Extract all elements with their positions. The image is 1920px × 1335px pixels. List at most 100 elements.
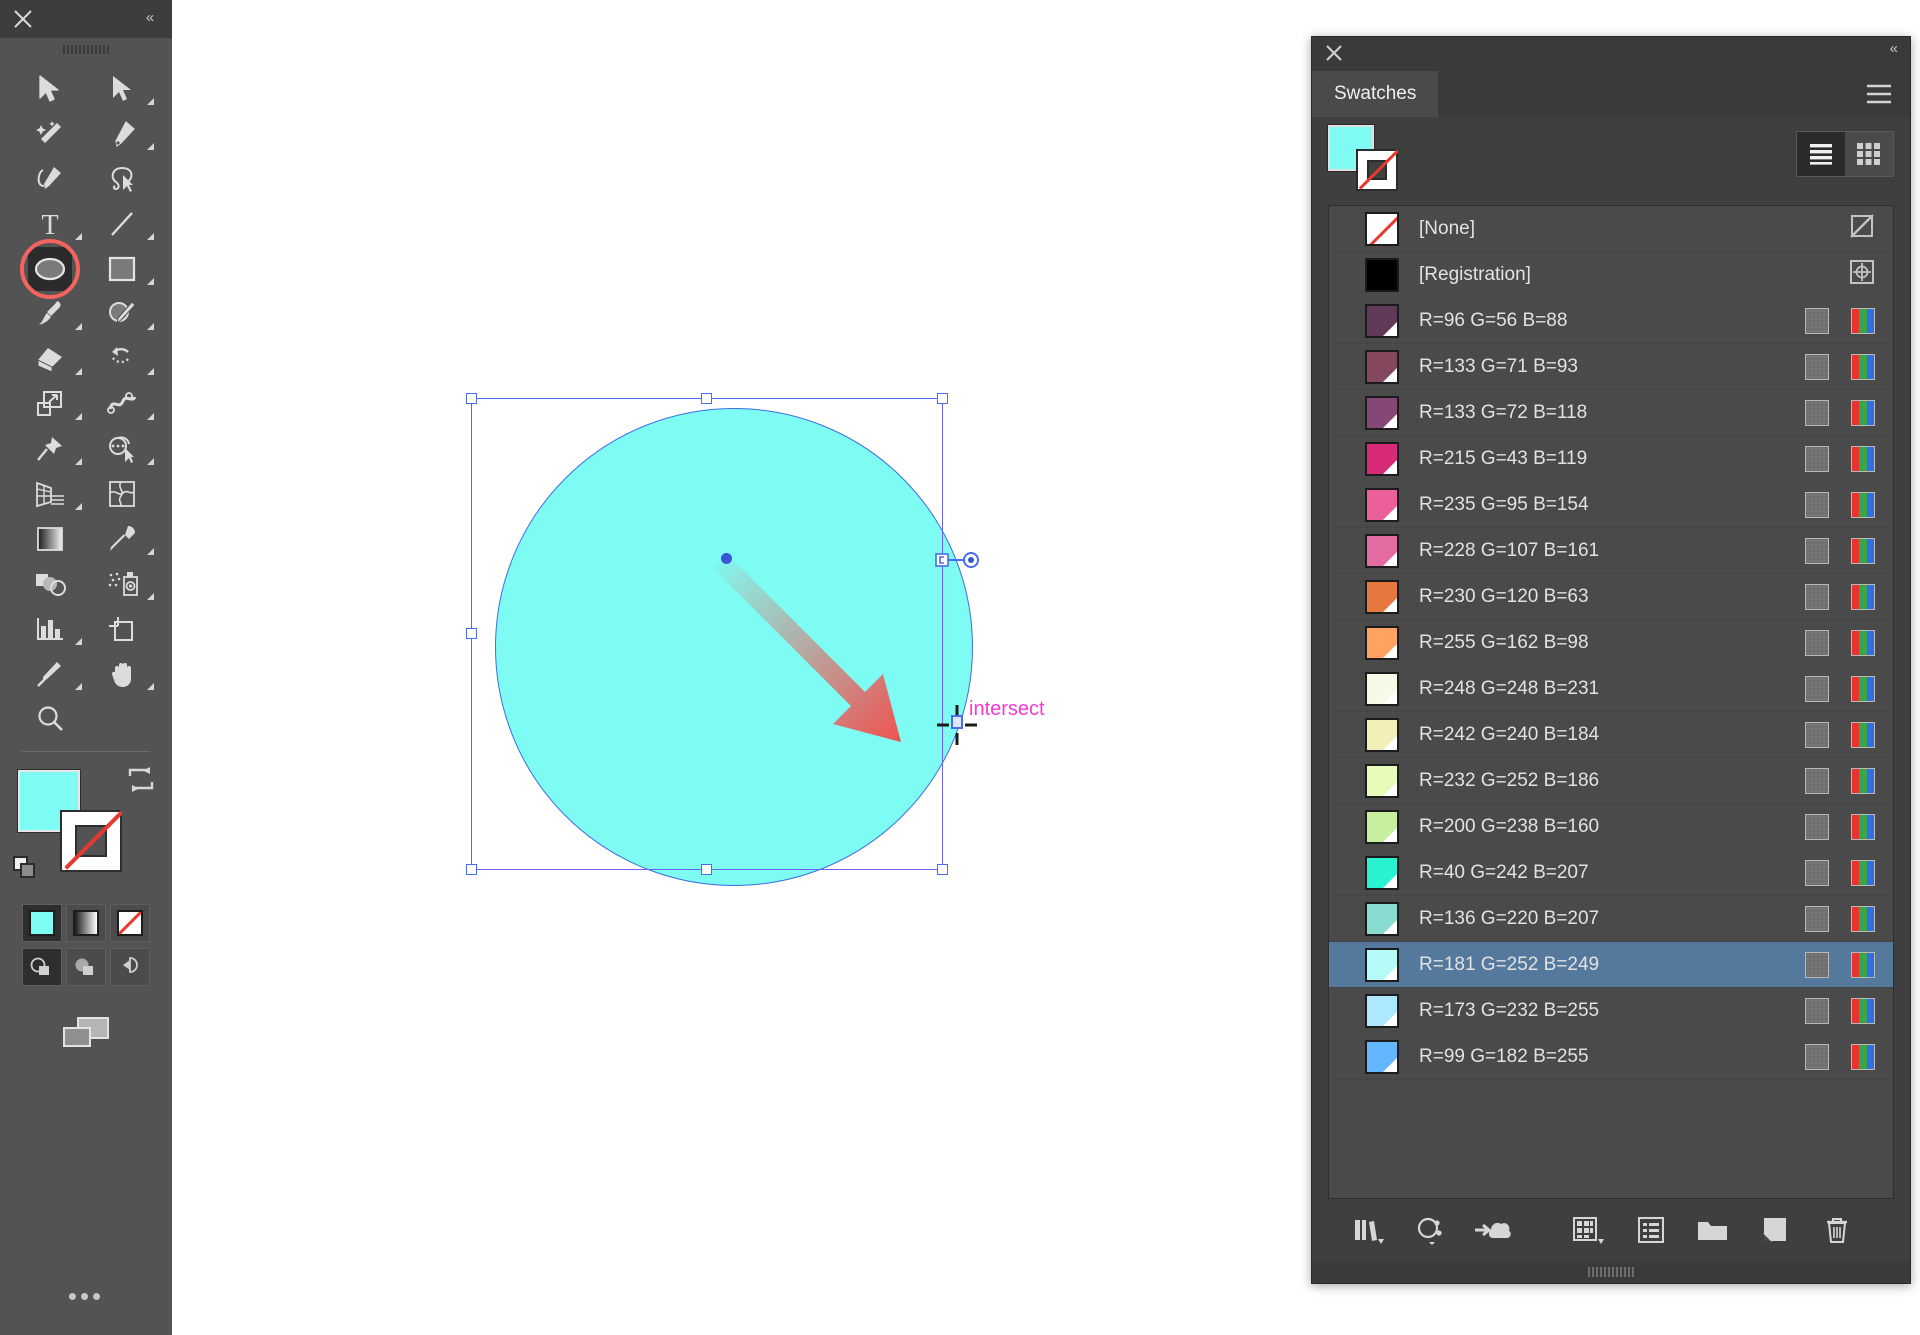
swatch-row[interactable]: R=173 G=232 B=255: [1329, 988, 1893, 1034]
swatch-row[interactable]: R=133 G=72 B=118: [1329, 390, 1893, 436]
panel-resize-grip[interactable]: [1312, 1261, 1910, 1283]
swatch-label: R=133 G=71 B=93: [1419, 355, 1578, 377]
new-swatch-button[interactable]: [1744, 1207, 1806, 1253]
column-graph-tool[interactable]: [14, 606, 86, 651]
handle-top-left[interactable]: [466, 393, 477, 404]
swatch-row[interactable]: R=136 G=220 B=207: [1329, 896, 1893, 942]
default-fill-stroke-icon[interactable]: [10, 853, 40, 888]
flyout-corner-icon: [147, 98, 154, 105]
none-mode-button[interactable]: [110, 904, 150, 942]
swatch-row[interactable]: R=200 G=238 B=160: [1329, 804, 1893, 850]
perspective-grid-tool[interactable]: [14, 471, 86, 516]
hand-tool[interactable]: [86, 651, 158, 696]
tools-panel: « T •••: [0, 0, 172, 1335]
handle-bottom-left[interactable]: [466, 864, 477, 875]
lasso-tool[interactable]: [86, 156, 158, 201]
magic-wand-tool[interactable]: [14, 111, 86, 156]
eraser-tool[interactable]: [14, 336, 86, 381]
color-mode-button[interactable]: [22, 904, 62, 942]
gradient-mode-button[interactable]: [66, 904, 106, 942]
swatch-row[interactable]: R=230 G=120 B=63: [1329, 574, 1893, 620]
global-dither-icon: [1805, 905, 1829, 932]
mesh-tool[interactable]: [86, 471, 158, 516]
handle-top-center[interactable]: [701, 393, 712, 404]
direct-selection-tool[interactable]: [86, 66, 158, 111]
tools-panel-titlebar: «: [0, 0, 172, 38]
swatch-row[interactable]: R=228 G=107 B=161: [1329, 528, 1893, 574]
new-color-group-button[interactable]: [1682, 1207, 1744, 1253]
rectangle-tool[interactable]: [86, 246, 158, 291]
blend-tool[interactable]: [14, 561, 86, 606]
swatch-color-chip: [1365, 441, 1399, 476]
swatch-row[interactable]: R=215 G=43 B=119: [1329, 436, 1893, 482]
scale-tool[interactable]: [14, 381, 86, 426]
paintbrush-tool[interactable]: [14, 291, 86, 336]
flyout-corner-icon: [75, 503, 82, 510]
rotate-tool[interactable]: [86, 336, 158, 381]
zoom-tool[interactable]: [14, 696, 86, 741]
swatch-color-chip: [1365, 901, 1399, 936]
list-view-button[interactable]: [1797, 132, 1845, 176]
double-chevron-left-icon[interactable]: «: [1890, 40, 1898, 57]
width-tool[interactable]: [86, 381, 158, 426]
change-screen-mode-icon[interactable]: [56, 1010, 116, 1054]
swatch-row-icons: [1805, 353, 1893, 380]
swatch-row-icons: [1805, 767, 1893, 794]
swatch-color-chip: [1365, 717, 1399, 752]
selection-tool[interactable]: [14, 66, 86, 111]
close-icon[interactable]: [12, 8, 34, 30]
line-segment-tool[interactable]: [86, 201, 158, 246]
pen-tool[interactable]: [86, 111, 158, 156]
draw-normal-button[interactable]: [22, 948, 62, 986]
show-swatch-kinds-menu-button[interactable]: [1558, 1207, 1620, 1253]
live-shape-widget-handle[interactable]: [935, 548, 981, 577]
draw-behind-button[interactable]: [66, 948, 106, 986]
ellipse-tool[interactable]: [14, 246, 86, 291]
panel-stroke-swatch[interactable]: [1356, 149, 1398, 191]
slice-tool[interactable]: [14, 651, 86, 696]
handle-top-right[interactable]: [937, 393, 948, 404]
panel-menu-icon[interactable]: [1864, 83, 1894, 110]
swatch-row[interactable]: R=133 G=71 B=93: [1329, 344, 1893, 390]
shape-builder-tool[interactable]: [86, 426, 158, 471]
swatch-row[interactable]: R=99 G=182 B=255: [1329, 1034, 1893, 1080]
gradient-tool[interactable]: [14, 516, 86, 561]
handle-bottom-right[interactable]: [937, 864, 948, 875]
rgb-mode-icon: [1851, 491, 1875, 518]
curvature-tool[interactable]: [14, 156, 86, 201]
swatches-list[interactable]: [None] [Registration] R=96 G=56 B=88 R=133 …: [1328, 205, 1894, 1199]
handle-middle-left[interactable]: [466, 628, 477, 639]
edit-toolbar-ellipsis-icon[interactable]: •••: [0, 1283, 172, 1309]
shaper-tool[interactable]: [86, 291, 158, 336]
registration-target-icon: [1849, 259, 1875, 290]
add-to-cloud-button[interactable]: [1462, 1207, 1524, 1253]
delete-swatch-button[interactable]: [1806, 1207, 1868, 1253]
swatch-row[interactable]: R=232 G=252 B=186: [1329, 758, 1893, 804]
swatch-row[interactable]: R=96 G=56 B=88: [1329, 298, 1893, 344]
selection-bounding-box-blue: [471, 398, 943, 870]
swatch-options-button[interactable]: [1620, 1207, 1682, 1253]
artboard-tool[interactable]: [86, 606, 158, 651]
swatch-row[interactable]: [Registration]: [1329, 252, 1893, 298]
tab-swatches[interactable]: Swatches: [1312, 71, 1439, 117]
swatch-libraries-menu-button[interactable]: [1338, 1207, 1400, 1253]
swatch-row[interactable]: R=242 G=240 B=184: [1329, 712, 1893, 758]
eyedropper-tool[interactable]: [86, 516, 158, 561]
double-chevron-left-icon[interactable]: «: [138, 6, 162, 30]
swatch-row[interactable]: R=40 G=242 B=207: [1329, 850, 1893, 896]
swatch-row[interactable]: R=181 G=252 B=249: [1329, 942, 1893, 988]
color-group-button[interactable]: [1400, 1207, 1462, 1253]
close-icon[interactable]: [1324, 43, 1344, 63]
swap-fill-stroke-icon[interactable]: [126, 766, 156, 799]
draw-inside-button[interactable]: [110, 948, 150, 986]
free-transform-tool[interactable]: [14, 426, 86, 471]
swatch-row[interactable]: R=255 G=162 B=98: [1329, 620, 1893, 666]
tools-panel-drag-grip[interactable]: [0, 38, 172, 60]
grid-view-button[interactable]: [1845, 132, 1893, 176]
symbol-sprayer-tool[interactable]: [86, 561, 158, 606]
swatch-row[interactable]: [None]: [1329, 206, 1893, 252]
handle-bottom-center[interactable]: [701, 864, 712, 875]
swatch-row[interactable]: R=235 G=95 B=154: [1329, 482, 1893, 528]
swatch-row[interactable]: R=248 G=248 B=231: [1329, 666, 1893, 712]
stroke-swatch[interactable]: [60, 810, 122, 872]
